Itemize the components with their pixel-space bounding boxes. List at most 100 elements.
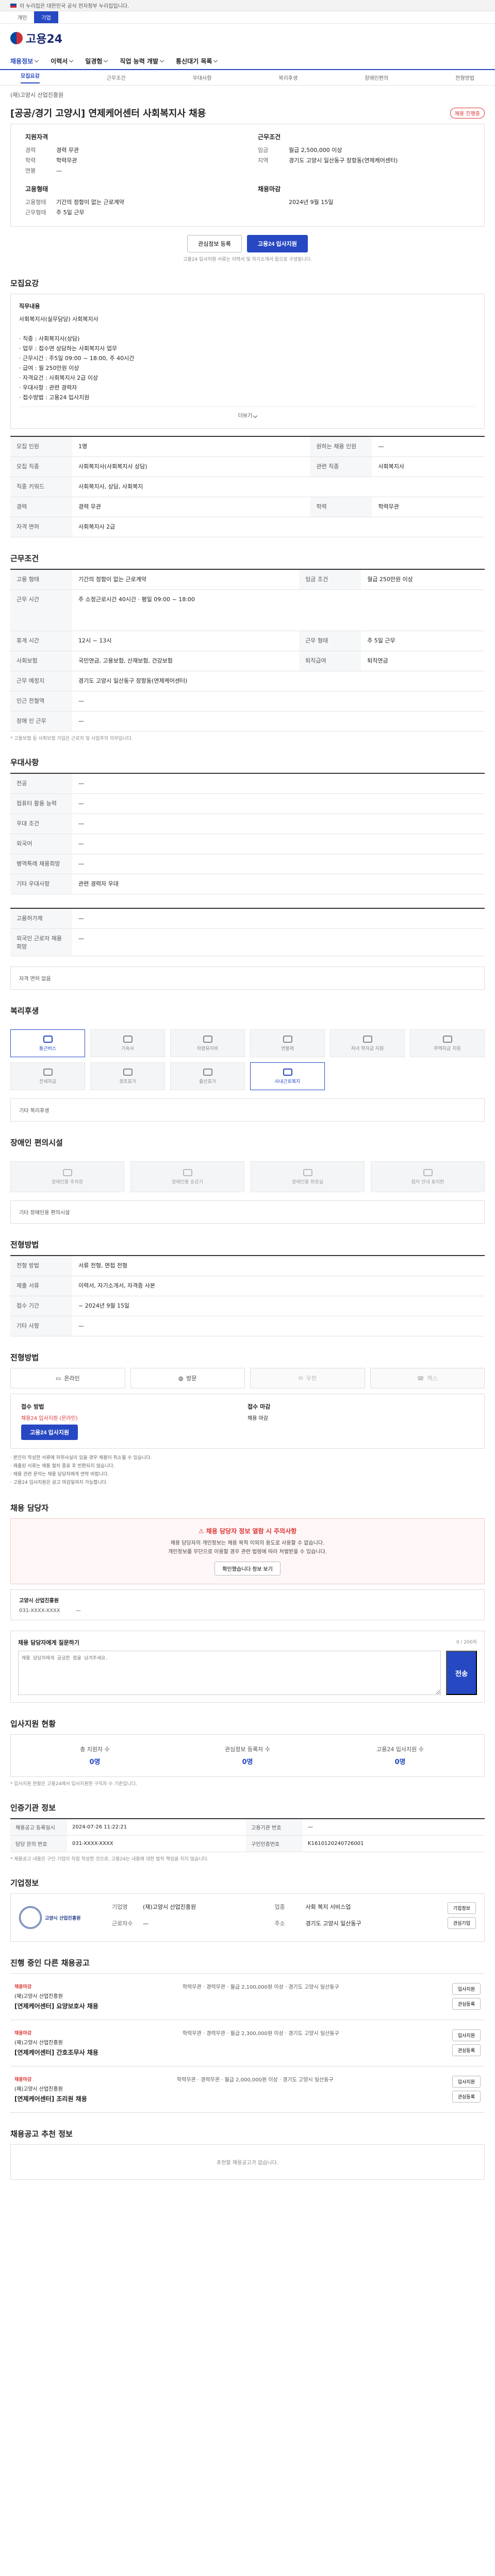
job-title-link[interactable]: [연제케어센터] 조리원 채용 [14,2094,87,2103]
th: 퇴직급여 [299,651,361,671]
welfare-item: 기숙사 [90,1029,165,1057]
td: 사회복지사(사회복지사 상담) [72,456,310,477]
nav-jobs-label: 채용정보 [10,57,34,65]
td: — [303,1819,485,1836]
list-item[interactable]: 채용마감 (재)고양시 산업진흥원 [연제케어센터] 조리원 채용 학력무관 · 경… [10,2066,485,2113]
manager-notice-title: ⚠ 채용 담당자 정보 열람 시 주의사항 [19,1527,476,1536]
list-item[interactable]: 채용마감 (재)고양시 산업진흥원 [연제케어센터] 간호조무사 채용 학력무관 ·… [10,2020,485,2066]
save-interest-button[interactable]: 관심정보 등록 [187,235,242,252]
tab-welfare[interactable]: 복리후생 [278,74,298,81]
question-send-button[interactable]: 전송 [446,1651,477,1695]
kv-value: 경기도 고양시 일산동구 [305,1920,361,1927]
elevator-icon [183,1168,192,1176]
th: 접수 기간 [10,1296,72,1316]
apply-button-2[interactable]: 고용24 입사지원 [21,1425,78,1440]
disabled-more: 기타 장애인용 편의시설 [10,1200,485,1224]
job-apply-button[interactable]: 입사지원 [452,2029,481,2041]
stat-value: 0명 [242,1758,253,1766]
calendar-icon [123,1068,133,1076]
tab-individual[interactable]: 개인 [10,11,34,23]
duty-more-button[interactable]: 더보기 [19,406,476,421]
nav-experience[interactable]: 일경험 [85,57,108,65]
manager-fax: — [75,1608,81,1614]
duty-line: · 접수방법 : 고용24 입사지원 [19,394,90,401]
td: 2024-07-26 11:22:21 [67,1819,246,1836]
gov-banner: 이 누리집은 대한민국 공식 전자정부 누리집입니다. [0,0,495,11]
welfare-item: 연봉제 [250,1029,325,1057]
method-online: ▭ 온라인 [10,1368,125,1388]
th: 원하는 채용 인원 [310,436,372,457]
auth-note: * 채용공고 내용은 구인 기업이 직접 작성한 것으로, 고용24는 내용에 … [10,1857,209,1862]
nav-waitlist[interactable]: 통신대기 목록 [176,57,218,65]
kv-key: 근로자수 [112,1920,133,1927]
td: — [372,436,485,457]
monitor-icon: ▭ [55,1375,61,1382]
corp-info: 기업명 (재)고양시 산업진흥원 업종 사회 복지 서비스업 근로자수 — 주소 경기도… [112,1902,437,1933]
kv-value: 사회 복지 서비스업 [305,1904,351,1910]
td: 사회복지사 2급 [72,517,485,537]
apply-methods: ▭ 온라인 ◍ 방문 ✉ 우편 ☎ 팩스 [10,1368,485,1388]
job-save-button[interactable]: 관심등록 [452,2044,481,2056]
bullet: · 제출된 서류는 채용 절차 종료 후 반환되지 않습니다. [10,1464,115,1469]
job-save-button[interactable]: 관심등록 [452,2091,481,2103]
pref-table: 전공 — 컴퓨터 활용 능력 — 우대 조건 — 외국어 — 병역특례 채용희망 — 기타… [10,773,485,894]
job-save-button[interactable]: 관심등록 [452,1998,481,2010]
kv-value: 경력 무관 [56,147,79,154]
manager-box: 고양시 산업진흥원 031-XXXX-XXXX — [10,1589,485,1620]
job-apply-button[interactable]: 입사지원 [452,2076,481,2088]
section-title-manager: 채용 담당자 [10,1503,49,1513]
nav-resume[interactable]: 이력서 [51,57,74,65]
method-visit: ◍ 방문 [130,1368,245,1388]
th: 외국어 [10,834,72,854]
disabled-item: 장애인용 화장실 [251,1161,365,1192]
kv-value: — [56,167,62,174]
tab-company[interactable]: 기업 [34,11,58,23]
baby-icon [203,1068,212,1076]
th: 학력 [310,497,372,517]
question-input[interactable] [18,1651,441,1695]
stat-item: 고용24 입사지원 수 0명 [326,1745,474,1766]
tab-disabled[interactable]: 장애인편의 [365,74,388,81]
welfare-label: 전세자금 [39,1079,57,1084]
car-icon [203,1035,212,1043]
stat-label: 관심정보 등록자 수 [225,1746,270,1753]
job-apply-button[interactable]: 입사지원 [452,1983,481,1995]
corp-info-button[interactable]: 기업정보 [447,1902,476,1914]
stat-item: 관심정보 등록자 수 0명 [174,1745,321,1766]
etc-more: 자격 면허 없음 [10,967,485,990]
list-item[interactable]: 채용마감 (재)고양시 산업진흥원 [연제케어센터] 요양보호사 채용 학력무관 ·… [10,1973,485,2020]
nav-jobs[interactable]: 채용정보 [10,57,39,65]
apply-right-value: 채용 마감 [248,1416,268,1421]
job-company: (재)고양시 산업진흥원 [14,2087,63,2092]
tab-pref[interactable]: 우대사항 [193,74,212,81]
apply-button[interactable]: 고용24 입사지원 [246,235,308,252]
job-title-link[interactable]: [연제케어센터] 간호조무사 채용 [14,2048,98,2057]
flag-icon [10,3,16,8]
tab-recruit[interactable]: 모집요강 [21,72,40,83]
reveal-manager-button[interactable]: 확인했습니다 정보 보기 [214,1562,280,1575]
job-title-link[interactable]: [연제케어센터] 요양보호사 채용 [14,2002,98,2010]
welfare-label: 경조휴가 [119,1079,137,1084]
th: 모집 인원 [10,436,72,457]
corp-follow-button[interactable]: 관심기업 [447,1917,476,1929]
welfare-label: 주택자금 지원 [434,1046,461,1052]
tab-work[interactable]: 근무조건 [107,74,126,81]
method-label: 방문 [186,1375,197,1382]
tab-process[interactable]: 전형방법 [455,74,474,81]
td: 퇴직연금 [361,651,485,671]
th: 컴퓨터 활용 능력 [10,793,72,814]
welfare-label: 연봉제 [281,1046,294,1052]
td: 주 소정근로시간 40시간 · 평일 09:00 ~ 18:00 [72,589,485,631]
kv-key: 경력 [25,147,36,154]
th: 경력 [10,497,72,517]
nav-training[interactable]: 직업 능력 개발 [120,57,164,65]
section-title-disabled: 장애인 편의시설 [10,1138,63,1147]
th: 전형 방법 [10,1256,72,1276]
question-title: 채용 담당자에게 질문하기 [18,1639,79,1646]
disabled-label: 장애인용 주차장 [52,1179,83,1185]
manager-notice: ⚠ 채용 담당자 정보 열람 시 주의사항 채용 담당자의 개인정보는 채용 목… [10,1518,485,1584]
manager-notice-line: 채용 담당자의 개인정보는 채용 목적 이외의 용도로 사용할 수 없습니다. [170,1540,325,1546]
kv-key: 연봉 [25,167,36,174]
duty-head: 직무내용 [19,303,40,310]
site-logo[interactable]: 고용24 [10,30,62,46]
